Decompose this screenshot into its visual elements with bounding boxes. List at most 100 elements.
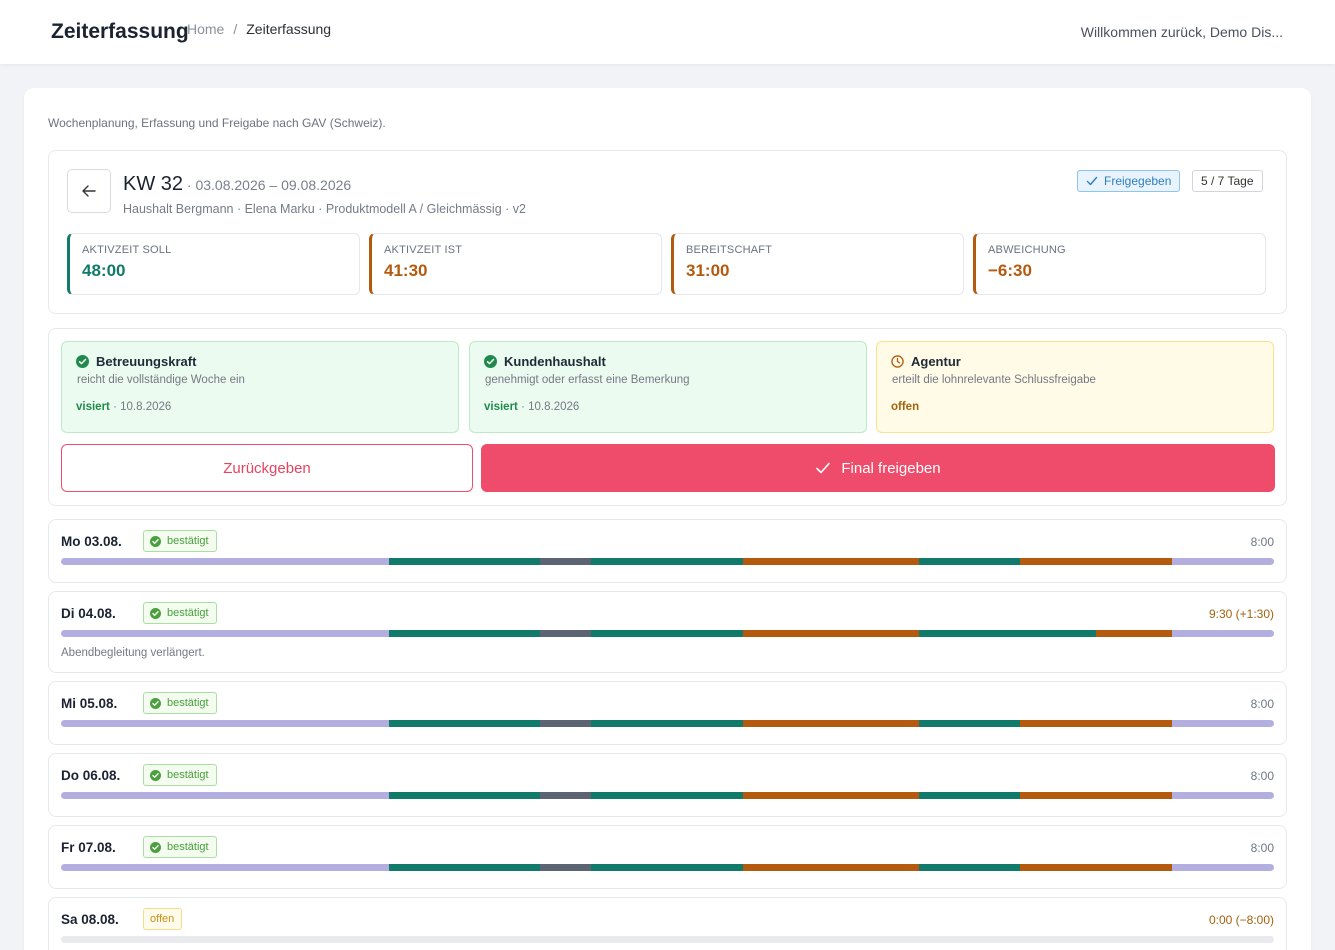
day-total: 8:00	[1250, 535, 1274, 549]
stat-value: 31:00	[686, 261, 730, 280]
timeline-segment-active	[389, 720, 540, 727]
day-status-badge: bestätigt	[143, 692, 217, 714]
user-welcome[interactable]: Willkommen zurück, Demo Dis...	[1081, 24, 1283, 40]
day-row-mi[interactable]: Mi 05.08. bestätigt 8:00	[48, 681, 1287, 745]
day-row-sa[interactable]: Sa 08.08. offen 0:00 (−8:00)	[48, 897, 1287, 950]
stat-value: −6:30	[988, 261, 1032, 280]
day-status-label: bestätigt	[167, 607, 209, 619]
approval-agentur: Agentur erteilt die lohnrelevante Schlus…	[876, 341, 1274, 433]
timeline-segment-standby	[743, 630, 919, 637]
day-label: Fr 07.08.	[61, 840, 116, 855]
timeline-segment-standby	[1020, 864, 1172, 871]
day-status-badge: bestätigt	[143, 764, 217, 786]
timeline-segment-active	[591, 864, 743, 871]
timeline-segment-active	[591, 720, 743, 727]
approval-kundenhaushalt: Kundenhaushalt genehmigt oder erfasst ei…	[469, 341, 867, 433]
day-total: 0:00 (−8:00)	[1208, 913, 1274, 927]
timeline-segment-active	[591, 792, 743, 799]
week-meta: Haushalt Bergmann · Elena Marku · Produk…	[123, 202, 526, 216]
timeline-segment-standby	[743, 792, 919, 799]
timeline-segment-standby	[1020, 720, 1172, 727]
timeline-segment-standby	[743, 720, 919, 727]
days-count-badge: 5 / 7 Tage	[1192, 170, 1263, 192]
timeline-segment-active	[919, 720, 1020, 727]
day-row-mo[interactable]: Mo 03.08. bestätigt 8:00	[48, 519, 1287, 583]
day-row-di[interactable]: Di 04.08. bestätigt 9:30 (+1:30) Abendbe…	[48, 591, 1287, 673]
day-status-badge: bestätigt	[143, 530, 217, 552]
week-date-range: · 03.08.2026 – 09.08.2026	[183, 177, 352, 193]
timeline-segment-standby	[743, 864, 919, 871]
approval-title: Kundenhaushalt	[504, 354, 606, 369]
day-total: 8:00	[1250, 697, 1274, 711]
day-status-badge: bestätigt	[143, 836, 217, 858]
day-total: 9:30 (+1:30)	[1208, 607, 1274, 621]
clock-icon	[891, 355, 904, 368]
app-title: Zeiterfassung	[51, 20, 189, 43]
timeline-segment-standby	[1020, 558, 1172, 565]
day-status-badge: bestätigt	[143, 602, 217, 624]
week-summary-panel: KW 32 · 03.08.2026 – 09.08.2026 Haushalt…	[48, 150, 1287, 314]
stat-aktivzeit-ist: AKTIVZEIT IST 41:30	[369, 233, 662, 295]
arrow-left-icon	[82, 185, 96, 197]
check-circle-icon	[150, 841, 161, 853]
timeline-segment-pause	[540, 720, 591, 727]
timeline-segment-pause	[540, 864, 591, 871]
status-badge: Freigegeben	[1077, 170, 1181, 192]
day-total: 8:00	[1250, 769, 1274, 783]
breadcrumb: Home / Zeiterfassung	[187, 21, 331, 37]
timeline-segment-active	[919, 558, 1020, 565]
approval-betreuungskraft: Betreuungskraft reicht die vollständige …	[61, 341, 459, 433]
timeline-segment-active	[919, 864, 1020, 871]
day-status-label: bestätigt	[167, 841, 209, 853]
timeline-segment-active	[389, 864, 540, 871]
timeline-segment-active	[389, 558, 540, 565]
approval-title: Betreuungskraft	[96, 354, 197, 369]
approval-description: genehmigt oder erfasst eine Bemerkung	[485, 374, 690, 386]
check-circle-icon	[150, 535, 161, 547]
back-button[interactable]	[67, 169, 111, 213]
day-total: 8:00	[1250, 841, 1274, 855]
approval-description: reicht die vollständige Woche ein	[77, 374, 245, 386]
stat-aktivzeit-soll: AKTIVZEIT SOLL 48:00	[67, 233, 360, 295]
breadcrumb-separator: /	[233, 21, 238, 37]
day-note: Abendbegleitung verlängert.	[61, 647, 205, 659]
day-timeline-bar	[61, 720, 1274, 727]
timeline-segment-active	[389, 792, 540, 799]
stat-label: AKTIVZEIT IST	[384, 244, 463, 256]
timeline-segment-pause	[540, 630, 591, 637]
page-subtitle: Wochenplanung, Erfassung und Freigabe na…	[48, 116, 386, 130]
timeline-segment-active	[389, 630, 540, 637]
timeline-segment-active	[591, 558, 743, 565]
stat-label: ABWEICHUNG	[988, 244, 1066, 256]
check-icon	[1086, 176, 1098, 186]
timeline-segment-standby	[743, 558, 919, 565]
approval-date: · 10.8.2026	[517, 401, 580, 413]
top-bar: Zeiterfassung Home / Zeiterfassung Willk…	[0, 0, 1335, 64]
return-button[interactable]: Zurückgeben	[61, 444, 473, 492]
breadcrumb-home-link[interactable]: Home	[187, 21, 224, 37]
check-icon	[816, 462, 831, 474]
approval-panel: Betreuungskraft reicht die vollständige …	[48, 328, 1287, 506]
day-status-label: bestätigt	[167, 769, 209, 781]
stat-label: BEREITSCHAFT	[686, 244, 773, 256]
stat-abweichung: ABWEICHUNG −6:30	[973, 233, 1266, 295]
check-circle-icon	[150, 697, 161, 709]
timeline-segment-active	[591, 630, 743, 637]
status-badge-label: Freigegeben	[1104, 174, 1172, 188]
approval-title: Agentur	[911, 354, 961, 369]
day-label: Di 04.08.	[61, 606, 116, 621]
day-timeline-bar	[61, 792, 1274, 799]
check-circle-icon	[150, 769, 161, 781]
stat-bereitschaft: BEREITSCHAFT 31:00	[671, 233, 964, 295]
timeline-segment-standby	[1020, 792, 1172, 799]
day-row-do[interactable]: Do 06.08. bestätigt 8:00	[48, 753, 1287, 817]
day-row-fr[interactable]: Fr 07.08. bestätigt 8:00	[48, 825, 1287, 889]
approval-date: · 10.8.2026	[109, 401, 172, 413]
day-status-label: bestätigt	[167, 697, 209, 709]
day-status-badge: offen	[143, 908, 183, 930]
final-approve-button[interactable]: Final freigeben	[481, 444, 1275, 492]
day-timeline-bar	[61, 936, 1274, 943]
day-status-label: bestätigt	[167, 535, 209, 547]
day-label: Do 06.08.	[61, 768, 121, 783]
approval-status: offen	[891, 401, 920, 413]
